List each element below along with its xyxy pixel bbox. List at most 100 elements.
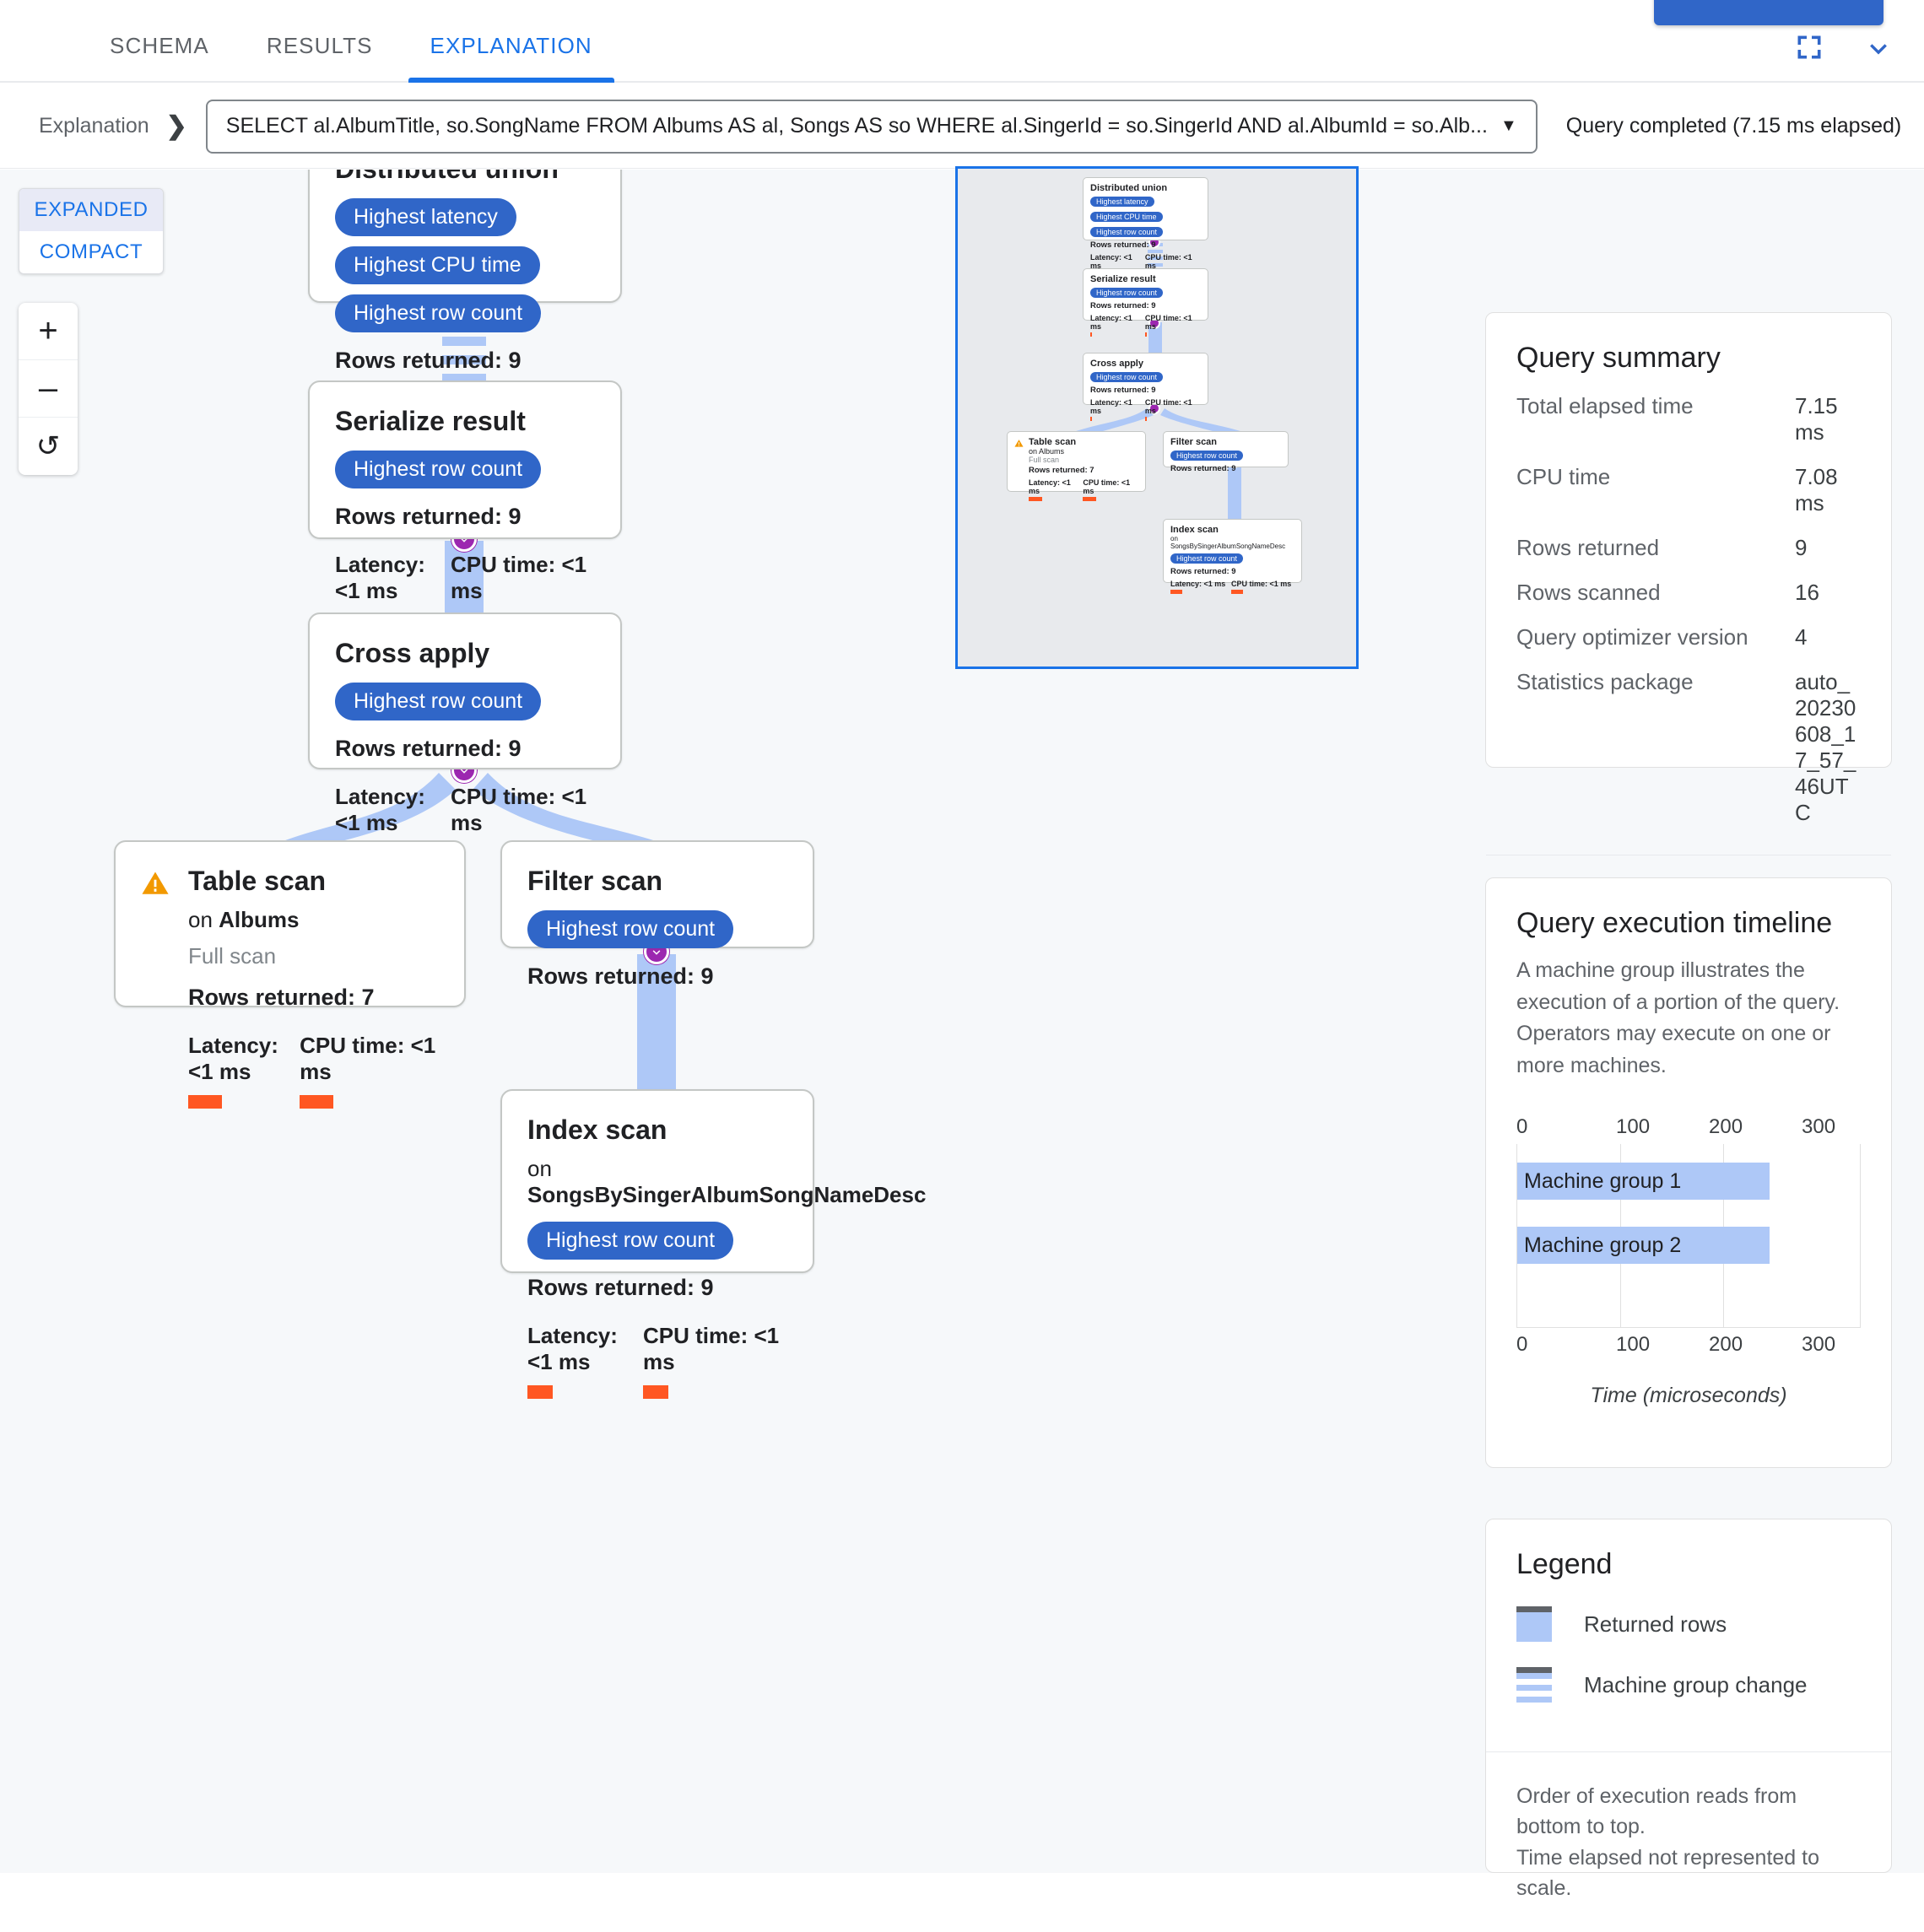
- legend-title: Legend: [1516, 1548, 1613, 1580]
- graph-node-distributed-union[interactable]: Distributed union Highest latency Highes…: [308, 170, 622, 472]
- chip-highest-row-count[interactable]: Highest row count: [335, 294, 542, 332]
- graph-minimap[interactable]: Distributed union Highest latencyHighest…: [955, 166, 1359, 669]
- warning-triangle-icon: [141, 869, 170, 902]
- machine-group-change-swatch-icon: [1516, 1667, 1552, 1703]
- chart-xaxis-top: 0 100 200 300: [1516, 1115, 1861, 1144]
- minimap-chip: Highest row count: [1090, 288, 1164, 298]
- reset-zoom-button[interactable]: ↺: [19, 418, 78, 475]
- zoom-out-button[interactable]: –: [19, 360, 78, 418]
- chart-bar-machine-group-1[interactable]: Machine group 1: [1517, 1163, 1770, 1200]
- tab-schema[interactable]: SCHEMA: [81, 33, 238, 81]
- query-summary-card: Query summary Total elapsed time 7.15 ms…: [1485, 312, 1892, 1129]
- dropdown-caret-icon: ▼: [1500, 116, 1517, 135]
- graph-node-cross-apply[interactable]: Cross apply Highest row count Rows retur…: [308, 613, 622, 860]
- graph-node-filter-scan[interactable]: Filter scan Highest row count Rows retur…: [500, 840, 814, 989]
- tab-results[interactable]: RESULTS: [238, 33, 402, 81]
- graph-node-index-scan[interactable]: Index scan on SongsBySingerAlbumSongName…: [500, 1089, 926, 1399]
- footnote-line-1: Order of execution reads from bottom to …: [1516, 1784, 1797, 1839]
- chart-xlabel: Time (microseconds): [1590, 1384, 1787, 1407]
- node-subtitle-target: Albums: [219, 907, 300, 932]
- summary-value: 16: [1795, 580, 1819, 605]
- summary-row: CPU time 7.08 ms: [1516, 464, 1861, 516]
- metric-latency-label: Latency: <1 ms: [188, 1033, 278, 1084]
- minimap-node-title: Cross apply: [1090, 359, 1143, 369]
- graph-node-table-scan[interactable]: Table scan on Albums Full scan Rows retu…: [114, 840, 466, 1109]
- minimap-node-cross-apply[interactable]: Cross apply Highest row count Rows retur…: [1083, 353, 1208, 421]
- zoom-in-button[interactable]: +: [19, 303, 78, 360]
- mode-expanded-button[interactable]: EXPANDED: [19, 189, 163, 231]
- timeline-chart: 0 100 200 300 Machine group 1 Machine gr…: [1516, 1115, 1861, 1408]
- metric-cpu: CPU time: <1 ms: [643, 1323, 787, 1399]
- legend-card: Legend Returned rows Machine group chang…: [1485, 1519, 1892, 1900]
- minimap-node-index-scan[interactable]: Index scan on SongsBySingerAlbumSongName…: [1163, 519, 1302, 594]
- metric-latency-label: Latency: <1 ms: [527, 1323, 618, 1374]
- summary-row: Statistics package auto_20230608_17_57_4…: [1516, 669, 1861, 826]
- node-subtitle: on SongsBySingerAlbumSongNameDesc: [527, 1156, 926, 1208]
- metric-latency-bar: [527, 1385, 553, 1399]
- minimap-node-serialize-result[interactable]: Serialize result Highest row count Rows …: [1083, 268, 1208, 337]
- chip-highest-row-count[interactable]: Highest row count: [527, 1222, 734, 1260]
- minimap-cpu: CPU time: <1 ms: [1231, 580, 1292, 588]
- minimap-node-chips: Highest row count: [1090, 284, 1201, 300]
- legend-label: Returned rows: [1584, 1611, 1727, 1637]
- chart-bar-label: Machine group 2: [1524, 1233, 1682, 1257]
- minimap-latency: Latency: <1 ms: [1090, 314, 1132, 331]
- query-select-value: SELECT al.AlbumTitle, so.SongName FROM A…: [225, 114, 1488, 138]
- minimap-latency: Latency: <1 ms: [1029, 478, 1071, 495]
- minimap-chip: Highest CPU time: [1090, 212, 1163, 222]
- minimap-latency: Latency: <1 ms: [1090, 398, 1132, 415]
- chip-highest-latency[interactable]: Highest latency: [335, 198, 516, 236]
- metric-cpu-bar: [300, 1095, 334, 1109]
- chip-highest-row-count[interactable]: Highest row count: [335, 683, 542, 720]
- node-title: Distributed union: [335, 170, 595, 185]
- minimap-rows: Rows returned: 9: [1090, 301, 1156, 310]
- summary-row: Query optimizer version 4: [1516, 624, 1861, 650]
- minimap-rows: Rows returned: 9: [1090, 386, 1156, 395]
- summary-row: Rows returned 9: [1516, 535, 1861, 561]
- graph-node-serialize-result[interactable]: Serialize result Highest row count Rows …: [308, 380, 622, 628]
- summary-key: Total elapsed time: [1516, 393, 1694, 418]
- chart-bar-machine-group-2[interactable]: Machine group 2: [1517, 1227, 1770, 1264]
- minimap-latency: Latency: <1 ms: [1170, 580, 1226, 588]
- minimap-node-filter-scan[interactable]: Filter scan Highest row count Rows retur…: [1163, 431, 1289, 473]
- node-metrics: Latency: <1 ms CPU time: <1 ms: [527, 1323, 787, 1399]
- node-chips: Highest row count: [527, 1222, 787, 1260]
- node-title: Index scan: [527, 1114, 667, 1145]
- tab-explanation[interactable]: EXPLANATION: [402, 33, 621, 83]
- panel-primary-button[interactable]: [1654, 0, 1883, 25]
- tab-bar-actions: [1794, 32, 1924, 81]
- legend-item-returned-rows: Returned rows: [1516, 1606, 1861, 1642]
- node-subtitle-prefix: on: [188, 907, 219, 932]
- query-summary-section: Query summary Total elapsed time 7.15 ms…: [1486, 313, 1891, 855]
- fullscreen-icon[interactable]: [1794, 32, 1824, 62]
- chevron-down-icon[interactable]: [1863, 32, 1894, 62]
- chip-highest-cpu-time[interactable]: Highest CPU time: [335, 246, 540, 284]
- zoom-controls: + – ↺: [19, 303, 78, 475]
- node-title: Cross apply: [335, 638, 490, 668]
- minimap-cpu: CPU time: <1 ms: [1144, 253, 1192, 270]
- minimap-rows: Rows returned: 9: [1170, 464, 1236, 473]
- metric-cpu-label: CPU time: <1 ms: [451, 552, 587, 603]
- chip-highest-row-count[interactable]: Highest row count: [527, 910, 734, 948]
- query-execution-timeline-card: Query execution timeline A machine group…: [1485, 877, 1892, 1468]
- chart-xaxis-bottom: 0 100 200 300: [1516, 1333, 1861, 1362]
- node-scan-type: Full scan: [188, 943, 277, 969]
- minimap-chip: Highest row count: [1090, 372, 1164, 382]
- timeline-section: Query execution timeline A machine group…: [1486, 878, 1891, 1437]
- xtick: 300: [1802, 1115, 1836, 1138]
- minimap-node-distributed-union[interactable]: Distributed union Highest latencyHighest…: [1083, 177, 1208, 276]
- chip-highest-row-count[interactable]: Highest row count: [335, 451, 542, 488]
- minimap-node-table-scan[interactable]: Table scan on Albums Full scan Rows retu…: [1007, 431, 1146, 501]
- metric-cpu-bar: [643, 1385, 669, 1399]
- minimap-chip: Highest row count: [1170, 553, 1244, 564]
- query-select[interactable]: SELECT al.AlbumTitle, so.SongName FROM A…: [205, 99, 1538, 154]
- node-subtitle-target: SongsBySingerAlbumSongNameDesc: [527, 1182, 927, 1207]
- summary-key: Rows returned: [1516, 535, 1660, 560]
- node-rows-returned: Rows returned: 9: [335, 736, 522, 761]
- query-bar: Explanation ❯ SELECT al.AlbumTitle, so.S…: [0, 84, 1924, 169]
- mode-compact-button[interactable]: COMPACT: [19, 231, 163, 273]
- minimap-chip: Highest row count: [1090, 227, 1164, 237]
- minimap-rows: Rows returned: 9: [1170, 567, 1236, 576]
- node-chips: Highest row count: [335, 451, 595, 488]
- summary-value: auto_20230608_17_57_46UTC: [1795, 669, 1856, 825]
